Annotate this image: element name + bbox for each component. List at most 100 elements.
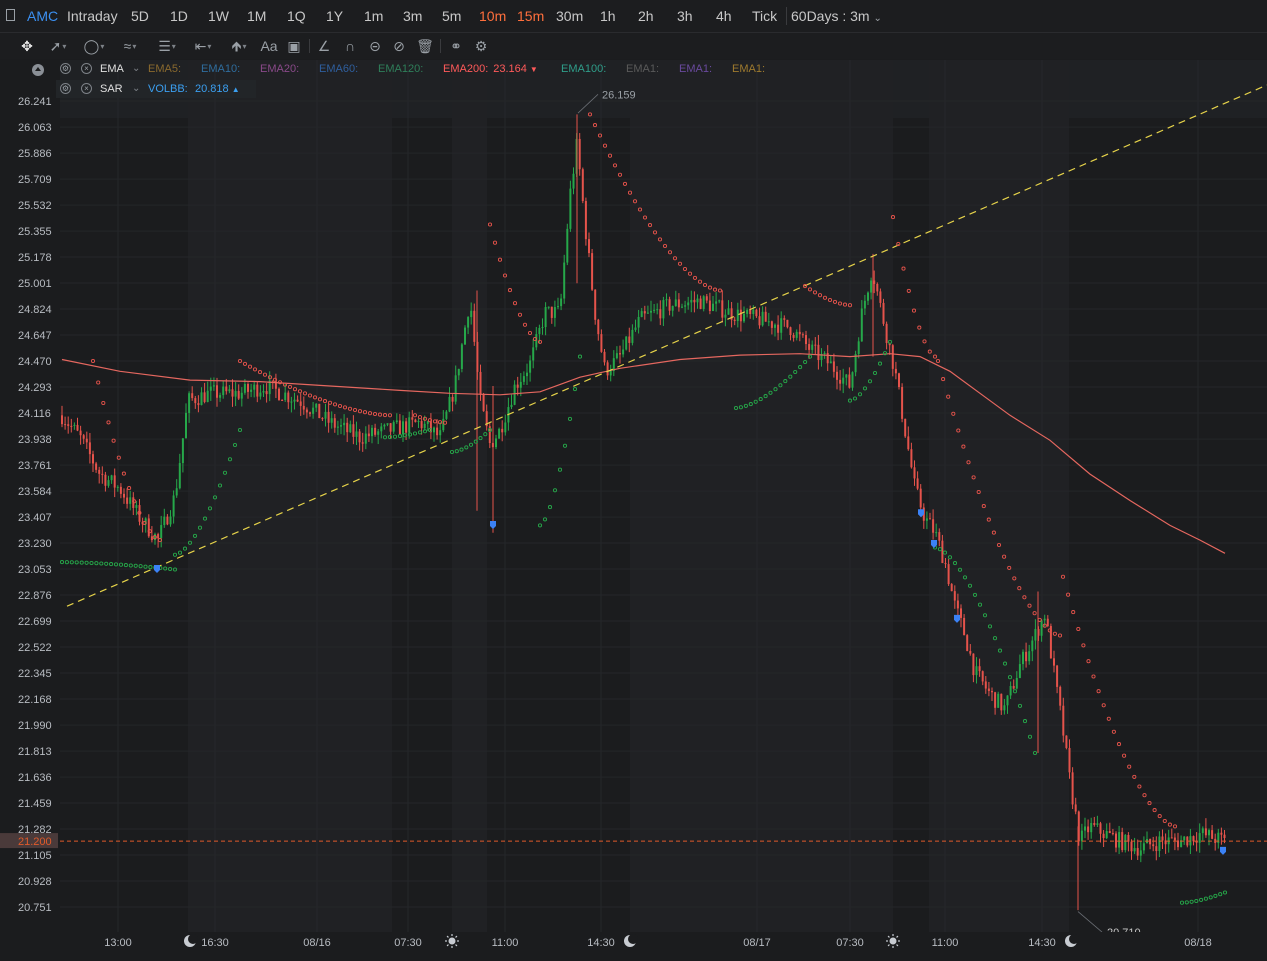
link-icon[interactable]: ⚭ — [446, 36, 466, 56]
candle-body — [752, 309, 755, 315]
magnet-icon[interactable]: ∩ — [341, 36, 359, 56]
period-tab-30m[interactable]: 30m — [556, 8, 583, 24]
candle-body — [553, 307, 556, 318]
angle-icon[interactable]: ∠ — [315, 36, 333, 56]
chart-area[interactable]: 26.241 26.063 25.886 25.709 25.532 25.355 25.1… — [0, 60, 1267, 958]
period-tab-1m[interactable]: 1M — [247, 8, 266, 24]
candle-body — [374, 427, 377, 435]
arrow-up-icon[interactable]: 🡹▾ — [225, 36, 253, 56]
range-selector[interactable]: 60Days : 3m ⌄ — [791, 8, 882, 24]
layout-toggle-icon[interactable] — [6, 9, 15, 21]
candle-body — [284, 392, 287, 401]
move-crosshair-icon[interactable]: ✥ — [18, 36, 36, 56]
candle-body — [882, 302, 885, 324]
line-tool-icon[interactable]: ➚▾ — [44, 36, 72, 56]
price-tick-label: 21.636 — [18, 772, 52, 784]
price-tick-label: 26.241 — [18, 96, 52, 108]
candle-body — [470, 310, 473, 318]
candle-body — [712, 303, 714, 312]
chevron-down-icon[interactable]: ⌄ — [132, 60, 140, 78]
candle-body — [386, 423, 389, 425]
candle-body — [814, 344, 817, 346]
period-tab-4h[interactable]: 4h — [716, 8, 732, 24]
candle-body — [811, 344, 814, 350]
candle-body — [640, 311, 643, 317]
text-list-icon[interactable]: ☰▾ — [152, 36, 182, 56]
lock-icon[interactable]: ⊝ — [366, 36, 384, 56]
candle-body — [296, 399, 299, 402]
candle-body — [104, 474, 107, 486]
candle-body — [1028, 651, 1031, 662]
symbol-label[interactable]: AMC — [27, 8, 58, 24]
ema-legend-label: EMA60: — [319, 63, 359, 75]
settings-icon[interactable]: ⚙ — [472, 36, 490, 56]
delete-icon[interactable]: 🗑 — [416, 36, 434, 56]
candle-body — [473, 310, 476, 342]
price-tick-label: 22.699 — [18, 616, 52, 628]
candle-body — [318, 403, 321, 419]
period-tab-15m[interactable]: 15m — [517, 8, 544, 24]
candle-body — [997, 693, 1000, 708]
ema-legend-item: EMA5: — [148, 60, 181, 78]
ema-indicator-name[interactable]: EMA — [100, 60, 124, 78]
candle-body — [656, 309, 659, 311]
period-tab-1w[interactable]: 1W — [208, 8, 229, 24]
period-tab-1m[interactable]: 1m — [364, 8, 383, 24]
candle-body — [185, 412, 187, 439]
period-tab-3h[interactable]: 3h — [677, 8, 693, 24]
measure-icon[interactable]: ⇤▾ — [188, 36, 218, 56]
candle-body — [398, 420, 401, 435]
candle-body — [1161, 836, 1164, 841]
candle-body — [832, 361, 835, 372]
candle-body — [839, 379, 842, 384]
comment-icon[interactable]: ▣ — [285, 36, 303, 56]
period-tab-intraday[interactable]: Intraday — [67, 8, 118, 24]
period-tab-2h[interactable]: 2h — [638, 8, 654, 24]
multi-line-tool-icon[interactable]: ≈▾ — [115, 36, 145, 56]
candle-body — [1034, 629, 1037, 641]
price-chart[interactable]: 26.241 26.063 25.886 25.709 25.532 25.355 25.1… — [0, 60, 1267, 958]
candle-body — [309, 412, 311, 414]
volbb-label: VOLBB: — [148, 83, 188, 95]
candle-body — [715, 301, 718, 304]
text-tool-icon[interactable]: Aa — [260, 36, 278, 56]
candle-body — [879, 291, 882, 303]
sar-indicator-name[interactable]: SAR — [100, 80, 123, 98]
candle-body — [383, 424, 386, 427]
candle-body — [767, 321, 770, 323]
ema-legend-label: EMA20: — [260, 63, 300, 75]
hide-icon[interactable]: ⊘ — [390, 36, 408, 56]
candle-body — [116, 486, 119, 488]
period-tab-5m[interactable]: 5m — [442, 8, 461, 24]
period-tab-5d[interactable]: 5D — [131, 8, 149, 24]
period-tab-tick[interactable]: Tick — [752, 8, 777, 24]
chevron-down-icon[interactable]: ⌄ — [132, 80, 140, 98]
candle-body — [708, 300, 711, 312]
candle-body — [798, 331, 801, 335]
toolbar-divider — [309, 39, 310, 53]
settings-icon[interactable]: ⚙ — [60, 63, 71, 74]
candle-body — [1046, 618, 1049, 627]
candle-body — [336, 426, 339, 428]
settings-icon[interactable]: ⚙ — [60, 83, 71, 94]
candle-body — [402, 421, 404, 435]
time-tick-label: 08/18 — [1184, 937, 1212, 949]
period-tab-3m[interactable]: 3m — [403, 8, 422, 24]
close-icon[interactable]: × — [81, 83, 92, 94]
candle-body — [597, 319, 600, 335]
close-icon[interactable]: × — [81, 63, 92, 74]
candle-body — [1139, 850, 1142, 856]
period-tab-1y[interactable]: 1Y — [326, 8, 343, 24]
period-tab-1h[interactable]: 1h — [600, 8, 616, 24]
candle-body — [169, 516, 172, 525]
collapse-indicators-icon[interactable] — [32, 64, 44, 76]
period-tab-1d[interactable]: 1D — [170, 8, 188, 24]
candle-body — [978, 666, 981, 672]
period-tab-10m[interactable]: 10m — [479, 8, 506, 24]
candle-body — [671, 306, 674, 311]
period-tab-1q[interactable]: 1Q — [287, 8, 306, 24]
candle-body — [643, 311, 646, 314]
shape-tool-icon[interactable]: ◯▾ — [80, 36, 108, 56]
candle-body — [696, 298, 699, 303]
candle-body — [380, 426, 383, 432]
